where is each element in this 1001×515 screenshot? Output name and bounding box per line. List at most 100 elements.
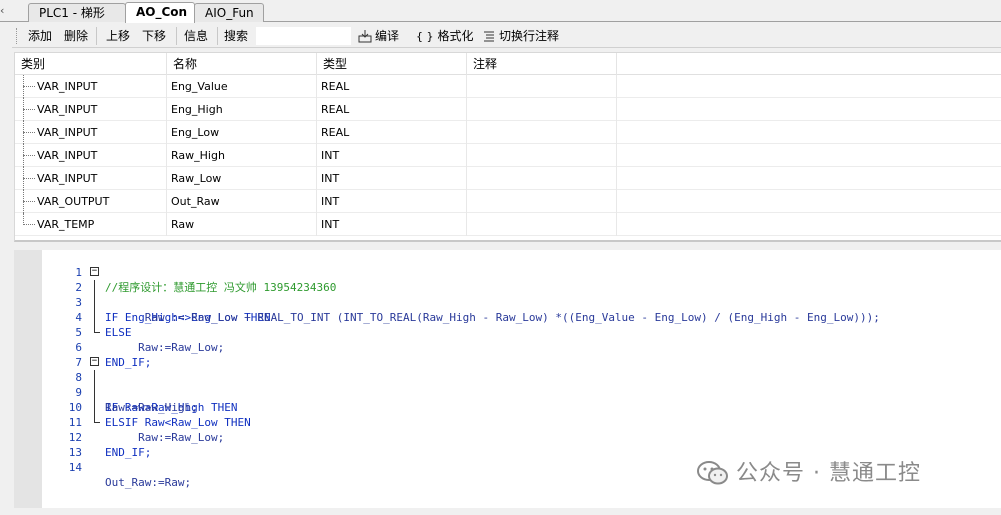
type-cell[interactable]: REAL <box>317 121 467 144</box>
code-line[interactable]: 13 <box>14 430 1001 459</box>
tab-ao-con[interactable]: AO_Con <box>125 2 195 23</box>
header-type[interactable]: 类型 <box>317 53 467 75</box>
code-line[interactable]: 7 <box>14 340 1001 369</box>
type-cell[interactable]: INT <box>317 144 467 167</box>
header-filler <box>617 53 1001 75</box>
table-row[interactable]: VAR_INPUT Eng_Low REAL <box>15 121 1001 144</box>
compile-label: 编译 <box>375 29 400 43</box>
code-line[interactable]: 4 ELSE <box>14 295 1001 339</box>
comment-lines-icon <box>484 31 494 42</box>
category-cell[interactable]: VAR_INPUT <box>15 98 167 121</box>
toolbar-grip[interactable] <box>16 28 19 44</box>
type-cell[interactable]: INT <box>317 190 467 213</box>
name-cell[interactable]: Eng_High <box>167 98 317 121</box>
filler-cell <box>617 75 1001 98</box>
watermark-text: 公众号 · 慧通工控 <box>736 461 921 486</box>
delete-button[interactable]: 删除 <box>62 26 90 46</box>
filler-cell <box>617 144 1001 167</box>
tree-line <box>23 167 37 190</box>
tree-line <box>23 190 37 213</box>
comment-cell[interactable] <box>467 190 617 213</box>
type-cell[interactable]: REAL <box>317 75 467 98</box>
code-line[interactable]: 10 ELSIF Raw<Raw_Low THEN <box>14 385 1001 429</box>
tree-line <box>23 144 37 167</box>
code-line[interactable]: 5 Raw:=Raw_Low; <box>14 310 1001 354</box>
code-text: Out_Raw:=Raw; <box>105 476 192 489</box>
category-cell[interactable]: VAR_OUTPUT <box>15 190 167 213</box>
toolbar: 添加 删除 上移 下移 信息 搜索 编译 { } 格式化 切换行注释 <box>12 24 1001 48</box>
name-cell[interactable]: Raw_High <box>167 144 317 167</box>
tree-line <box>23 75 37 98</box>
category-cell[interactable]: VAR_INPUT <box>15 144 167 167</box>
code-line[interactable]: 1 //程序设计：慧通工控 冯文帅 13954234360 <box>14 250 1001 294</box>
comment-cell[interactable] <box>467 213 617 236</box>
compile-icon <box>358 30 372 43</box>
code-line[interactable]: 8 − IF Raw>Raw_High THEN <box>14 355 1001 415</box>
comment-cell[interactable] <box>467 121 617 144</box>
name-cell[interactable]: Raw <box>167 213 317 236</box>
toolbar-separator <box>217 27 218 45</box>
name-cell[interactable]: Raw_Low <box>167 167 317 190</box>
code-line[interactable]: 12 END_IF; <box>14 415 1001 459</box>
table-row[interactable]: VAR_INPUT Eng_High REAL <box>15 98 1001 121</box>
variable-table: 类别 名称 类型 注释 VAR_INPUT Eng_Value REAL VAR… <box>14 52 1001 242</box>
table-row[interactable]: VAR_TEMP Raw INT <box>15 213 1001 236</box>
toggle-comment-button[interactable]: 切换行注释 <box>480 26 561 46</box>
header-comment[interactable]: 注释 <box>467 53 617 75</box>
filler-cell <box>617 121 1001 144</box>
code-line[interactable]: 11 Raw:=Raw_Low; <box>14 400 1001 444</box>
fold-collapse-icon[interactable]: − <box>90 357 99 366</box>
tab-aio-fun[interactable]: AIO_Fun <box>194 3 264 22</box>
type-cell[interactable]: INT <box>317 213 467 236</box>
code-line[interactable]: 3 Raw := Raw_Low + REAL_TO_INT (INT_TO_R… <box>14 280 1001 324</box>
code-line[interactable]: 6 END_IF; <box>14 325 1001 369</box>
fold-collapse-icon[interactable]: − <box>90 267 99 276</box>
info-button[interactable]: 信息 <box>182 26 210 46</box>
category-cell[interactable]: VAR_TEMP <box>15 213 167 236</box>
table-row[interactable]: VAR_INPUT Raw_Low INT <box>15 167 1001 190</box>
table-row[interactable]: VAR_INPUT Raw_High INT <box>15 144 1001 167</box>
name-cell[interactable]: Out_Raw <box>167 190 317 213</box>
name-cell[interactable]: Eng_Low <box>167 121 317 144</box>
toolbar-separator <box>96 27 97 45</box>
type-cell[interactable]: REAL <box>317 98 467 121</box>
filler-cell <box>617 213 1001 236</box>
header-category[interactable]: 类别 <box>15 53 167 75</box>
filler-cell <box>617 190 1001 213</box>
watermark: 公众号 · 慧通工控 <box>696 458 921 490</box>
category-cell[interactable]: VAR_INPUT <box>15 121 167 144</box>
search-label: 搜索 <box>224 29 249 43</box>
format-icon: { } <box>416 30 434 43</box>
format-label: 格式化 <box>437 29 474 43</box>
format-button[interactable]: { } 格式化 <box>414 26 476 46</box>
line-number: 14 <box>68 461 82 474</box>
name-cell[interactable]: Eng_Value <box>167 75 317 98</box>
toolbar-separator <box>176 27 177 45</box>
scroll-left-icon[interactable]: ‹ <box>0 3 8 19</box>
type-cell[interactable]: INT <box>317 167 467 190</box>
comment-cell[interactable] <box>467 98 617 121</box>
compile-button[interactable]: 编译 <box>356 26 401 46</box>
code-line[interactable]: 2 − IF Eng_High<>Eng_Low THEN <box>14 265 1001 325</box>
tab-plc1-ladder[interactable]: PLC1 - 梯形图 <box>28 3 126 38</box>
move-down-button[interactable]: 下移 <box>140 26 168 46</box>
code-line[interactable]: 9 Raw:=Raw_High; <box>14 370 1001 414</box>
move-up-button[interactable]: 上移 <box>104 26 132 46</box>
comment-cell[interactable] <box>467 75 617 98</box>
comment-cell[interactable] <box>467 144 617 167</box>
table-header: 类别 名称 类型 注释 <box>15 53 1001 75</box>
tree-line <box>23 213 37 236</box>
comment-cell[interactable] <box>467 167 617 190</box>
category-cell[interactable]: VAR_INPUT <box>15 167 167 190</box>
tree-line <box>23 98 37 121</box>
header-name[interactable]: 名称 <box>167 53 317 75</box>
filler-cell <box>617 98 1001 121</box>
bottom-scroll-area <box>0 508 1001 515</box>
table-row[interactable]: VAR_OUTPUT Out_Raw INT <box>15 190 1001 213</box>
wechat-icon <box>697 461 728 485</box>
category-cell[interactable]: VAR_INPUT <box>15 75 167 98</box>
tab-strip: ‹ PLC1 - 梯形图 AIO_Fun AO_Con <box>0 0 1001 38</box>
search-input[interactable] <box>255 26 352 46</box>
table-row[interactable]: VAR_INPUT Eng_Value REAL <box>15 75 1001 98</box>
add-button[interactable]: 添加 <box>26 26 54 46</box>
